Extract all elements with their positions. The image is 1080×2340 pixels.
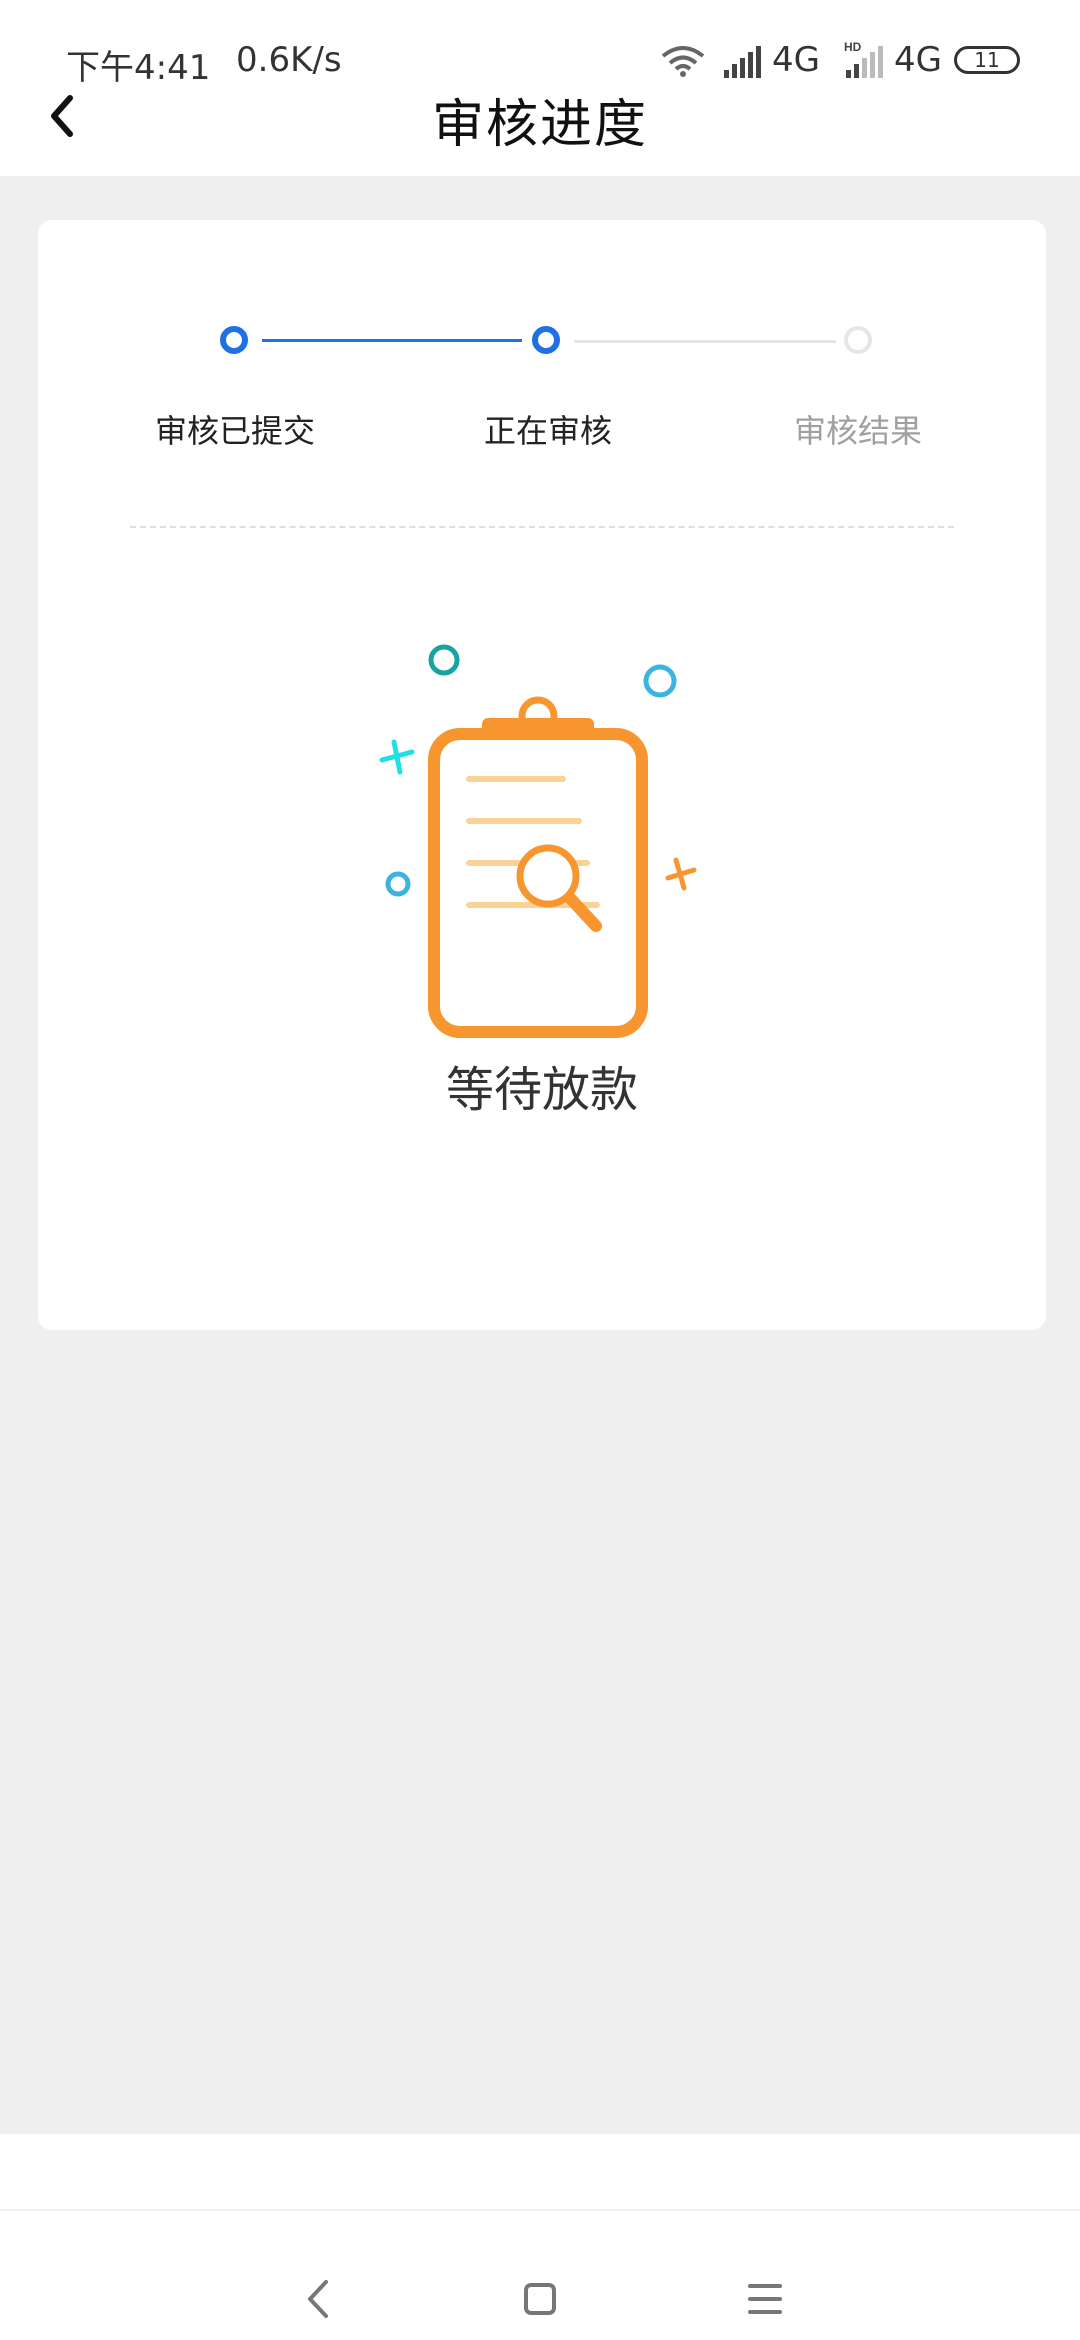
progress-card: 审核已提交 正在审核 审核结果 等待放款: [38, 220, 1046, 1330]
divider: [130, 526, 954, 528]
wifi-icon: [661, 46, 705, 77]
clipboard-search-icon: [379, 644, 697, 1038]
step-dot-reviewing: [532, 326, 560, 354]
divider: [0, 2209, 1080, 2211]
step-dot-result: [844, 326, 872, 354]
app-screen: 下午4:41 0.6K/s 4G HD 4G 11 审核进度 审核已提交 正在审…: [0, 0, 1080, 2340]
status-network-speed: 0.6K/s: [236, 40, 342, 80]
network-type-label-2: 4G: [894, 40, 942, 80]
signal-icon: [724, 46, 761, 78]
step-label-reviewing: 正在审核: [483, 412, 612, 450]
step-label-result: 审核结果: [793, 412, 922, 450]
nav-back-icon[interactable]: [286, 2264, 356, 2334]
network-type-label: 4G: [772, 40, 820, 80]
step-line-completed: [262, 339, 522, 342]
status-text: 等待放款: [445, 1062, 638, 1118]
step-dot-submitted: [220, 326, 248, 354]
nav-menu-icon[interactable]: [730, 2264, 800, 2334]
top-bar: 下午4:41 0.6K/s 4G HD 4G 11 审核进度: [0, 0, 1080, 176]
page-title: 审核进度: [431, 95, 648, 155]
svg-text:HD: HD: [844, 40, 862, 54]
nav-home-icon[interactable]: [505, 2264, 575, 2334]
battery-level: 11: [974, 48, 1000, 72]
system-nav-bar: [0, 2134, 1080, 2340]
step-label-submitted: 审核已提交: [154, 412, 315, 450]
battery-icon: 11: [954, 46, 1020, 74]
hd-signal-icon: HD: [844, 40, 883, 78]
step-line-pending: [574, 340, 836, 343]
